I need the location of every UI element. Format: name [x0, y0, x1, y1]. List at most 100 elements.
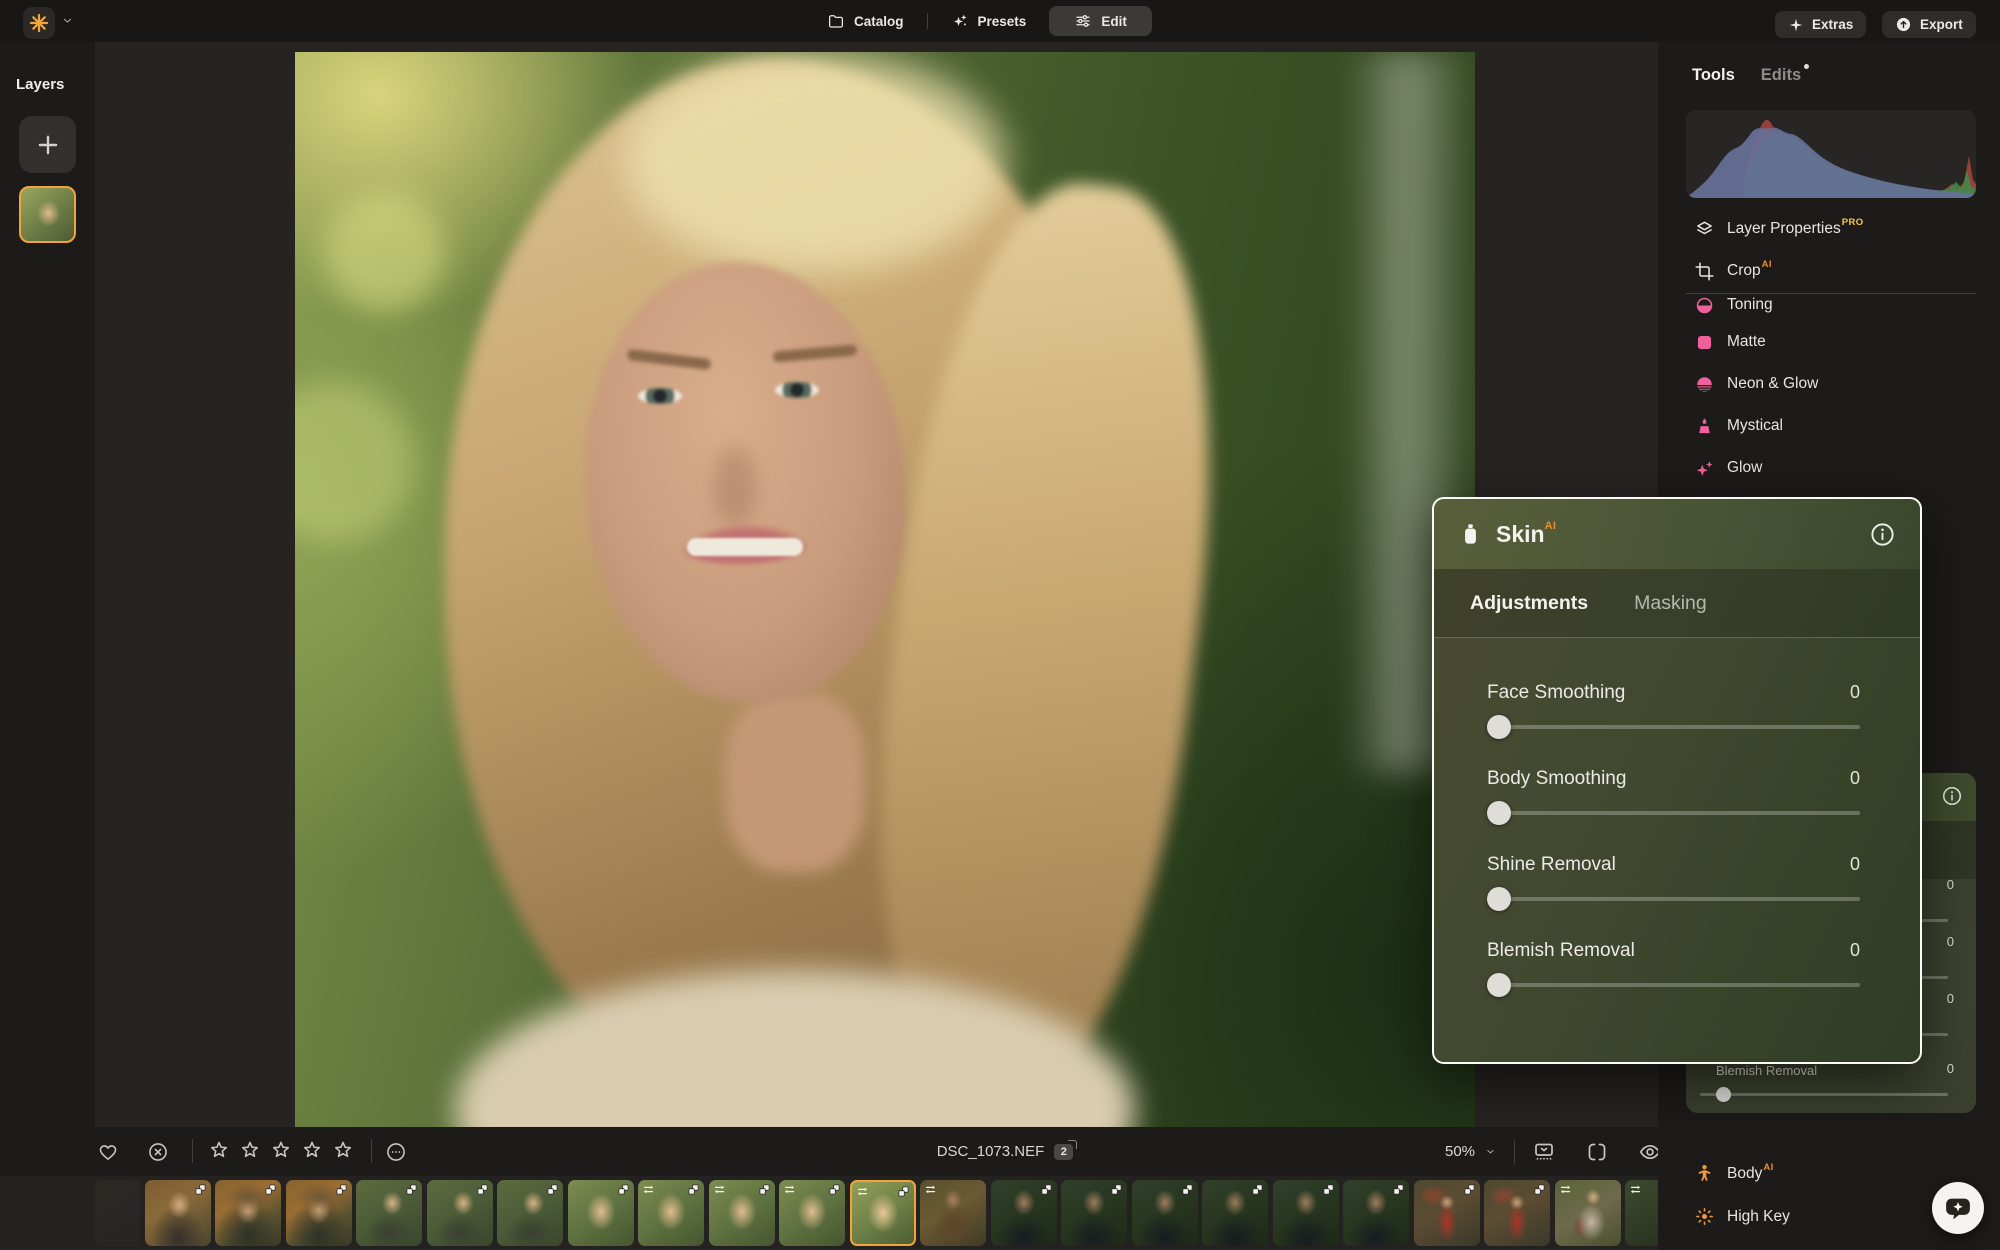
tab-catalog[interactable]: Catalog [812, 6, 919, 36]
star-icon[interactable] [239, 1139, 261, 1161]
filmstrip-thumbnail[interactable] [286, 1180, 352, 1246]
filmstrip-thumbnail[interactable] [1343, 1180, 1409, 1246]
photo-shape [295, 382, 415, 542]
filmstrip-thumbnail[interactable] [779, 1180, 845, 1246]
sidebar-tab-edits[interactable]: Edits [1761, 66, 1809, 85]
photo-shape [775, 382, 819, 398]
layers-icon [1694, 219, 1715, 240]
toning-icon [1694, 295, 1715, 316]
filmstrip-thumbnail[interactable] [1273, 1180, 1339, 1246]
tool-item-neon-glow[interactable]: Neon & Glow [1686, 363, 1976, 405]
sidebar-tabs: Tools Edits [1692, 66, 1809, 85]
layer-thumbnail[interactable] [19, 186, 76, 243]
filmstrip-thumbnail[interactable] [95, 1180, 140, 1246]
assistant-chat-button[interactable] [1932, 1182, 1984, 1234]
reject-button[interactable] [145, 1139, 171, 1165]
filmstrip-toggle-icon[interactable] [1532, 1140, 1556, 1164]
info-icon[interactable] [1869, 521, 1896, 548]
histogram[interactable] [1686, 110, 1976, 198]
tab-presets[interactable]: Presets [936, 6, 1042, 36]
skin-tab-adjustments[interactable]: Adjustments [1470, 592, 1588, 615]
filmstrip-thumbnail[interactable] [920, 1180, 986, 1246]
portrait-photo[interactable] [295, 52, 1475, 1127]
slider-knob[interactable] [1487, 801, 1511, 825]
filmstrip-thumbnail[interactable] [709, 1180, 775, 1246]
filmstrip-thumbnail[interactable] [1132, 1180, 1198, 1246]
filmstrip-thumbnail[interactable] [991, 1180, 1057, 1246]
tool-item-crop[interactable]: CropAI [1686, 250, 1976, 292]
filmstrip-thumbnail[interactable] [1625, 1180, 1658, 1246]
logo-chevron-down-icon[interactable] [60, 13, 75, 28]
stack-count-badge[interactable]: 2 [1054, 1144, 1073, 1160]
skin-panel-title: SkinAI [1496, 521, 1556, 548]
slider-knob[interactable] [1487, 887, 1511, 911]
filmstrip-thumbnail[interactable] [568, 1180, 634, 1246]
filmstrip-thumbnail[interactable] [427, 1180, 493, 1246]
skin-panel[interactable]: SkinAI AdjustmentsMasking Face Smoothing… [1432, 497, 1922, 1064]
tool-item-matte[interactable]: Matte [1686, 321, 1976, 363]
stack-icon [546, 1183, 559, 1196]
slider[interactable] [1487, 887, 1860, 911]
zoom-level[interactable]: 50% [1445, 1143, 1475, 1160]
more-options-button[interactable] [383, 1139, 409, 1165]
skin-panel-tabs: Adjustments Masking [1434, 569, 1920, 638]
zoom-chevron-down-icon[interactable] [1484, 1145, 1497, 1158]
slider-value: 0 [1850, 682, 1860, 703]
extras-button[interactable]: Extras [1775, 11, 1866, 38]
skin-tab-masking[interactable]: Masking [1634, 592, 1707, 615]
star-rating[interactable] [208, 1139, 354, 1161]
top-bar: Catalog PresetsEdit Extras Export [0, 0, 2000, 42]
compare-before-after-icon[interactable] [1585, 1140, 1609, 1164]
stack-icon [828, 1183, 841, 1196]
slider-knob[interactable] [1487, 715, 1511, 739]
app-logo-button[interactable] [23, 7, 55, 39]
ai-badge: AI [1762, 259, 1772, 270]
photo-shape [638, 388, 682, 404]
matte-icon [1694, 332, 1715, 353]
star-icon[interactable] [270, 1139, 292, 1161]
slider-label: Blemish Removal [1487, 940, 1635, 962]
filmstrip-thumbnail[interactable] [1061, 1180, 1127, 1246]
tool-item-glow[interactable]: Glow [1686, 447, 1976, 489]
filmstrip-thumbnail-selected[interactable] [850, 1180, 916, 1246]
stack-icon [1392, 1183, 1405, 1196]
app-window: CatalogPresetsEdit Extras Export Layers … [0, 0, 2000, 1250]
slider[interactable] [1487, 801, 1860, 825]
sidebar-tab-tools[interactable]: Tools [1692, 66, 1735, 85]
tool-item-layer-properties[interactable]: Layer PropertiesPRO [1686, 208, 1976, 250]
star-icon[interactable] [301, 1139, 323, 1161]
slider[interactable] [1487, 973, 1860, 997]
tab-edit[interactable]: Edit [1049, 6, 1152, 36]
export-button[interactable]: Export [1882, 11, 1976, 38]
star-icon[interactable] [208, 1139, 230, 1161]
filmstrip-thumbnail[interactable] [1202, 1180, 1268, 1246]
circle-x-icon [147, 1141, 169, 1163]
circle-ellipsis-icon [385, 1141, 407, 1163]
filmstrip-thumbnail[interactable] [356, 1180, 422, 1246]
star-icon[interactable] [332, 1139, 354, 1161]
slider[interactable] [1487, 715, 1860, 739]
slider-knob[interactable] [1487, 973, 1511, 997]
filmstrip-thumbnail[interactable] [1555, 1180, 1621, 1246]
filmstrip-thumbnail[interactable] [638, 1180, 704, 1246]
skin-panel-header[interactable]: SkinAI [1434, 499, 1920, 569]
filmstrip-thumbnail[interactable] [1484, 1180, 1550, 1246]
filmstrip-thumbnail[interactable] [497, 1180, 563, 1246]
docked-slider-label: Blemish Removal [1716, 1063, 1817, 1078]
tool-item-body[interactable]: BodyAI [1686, 1152, 1976, 1195]
filmstrip-thumbnail[interactable] [1414, 1180, 1480, 1246]
layers-panel-title: Layers [16, 76, 64, 93]
add-layer-button[interactable] [19, 116, 76, 173]
tool-item-toning[interactable]: Toning [1686, 295, 1976, 321]
pro-badge: PRO [1842, 217, 1864, 228]
tool-item-mystical[interactable]: Mystical [1686, 405, 1976, 447]
edited-icon [713, 1183, 726, 1196]
photo-shape [625, 52, 1005, 272]
filmstrip-thumbnail[interactable] [215, 1180, 281, 1246]
docked-slider-knob[interactable] [1716, 1087, 1731, 1102]
docked-slider-track[interactable] [1700, 1093, 1948, 1096]
info-icon[interactable] [1941, 785, 1963, 807]
filmstrip-thumbnail[interactable] [145, 1180, 211, 1246]
favorite-button[interactable] [95, 1139, 121, 1165]
folder-icon [827, 12, 845, 30]
